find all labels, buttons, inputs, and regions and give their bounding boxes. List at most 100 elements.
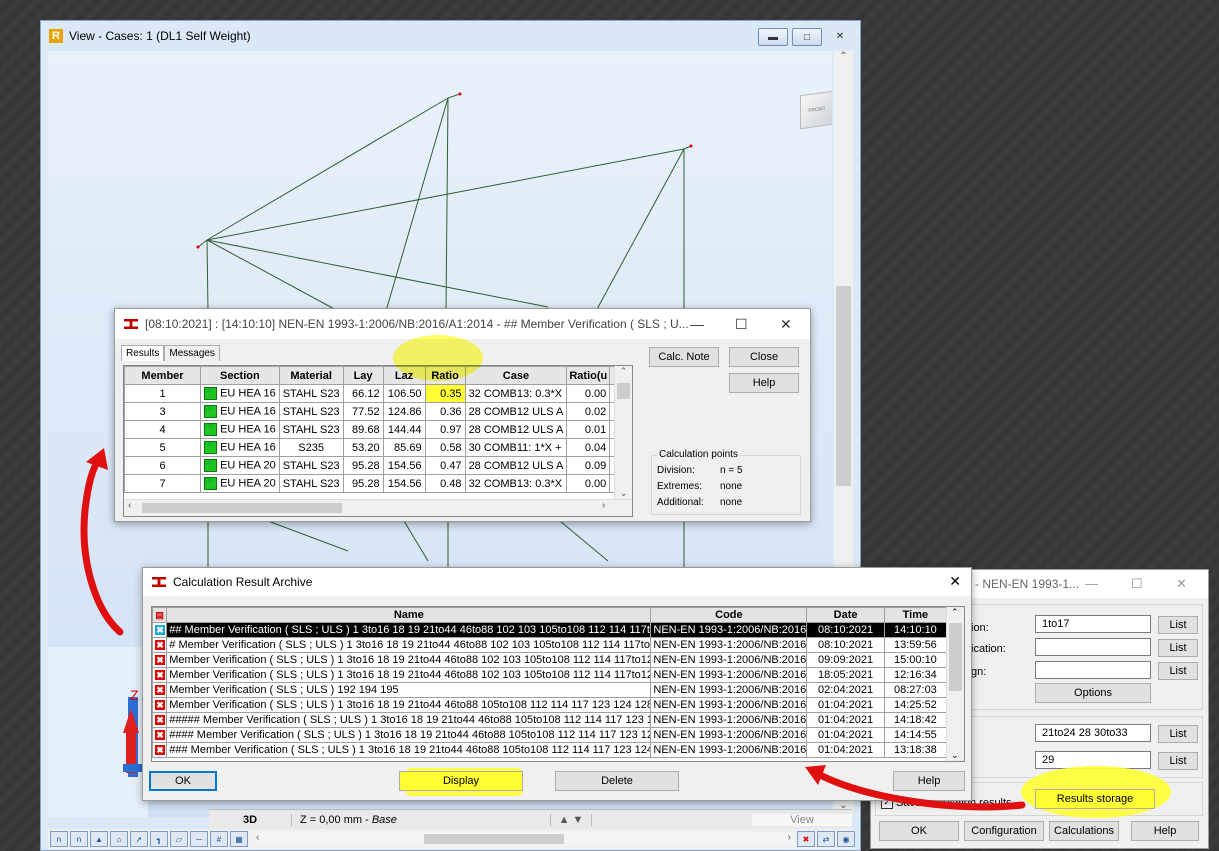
cases-input[interactable]: 21to24 28 30to33 <box>1035 724 1151 742</box>
col-case[interactable]: Case <box>464 366 568 385</box>
node-numbers-icon[interactable]: n <box>50 831 68 847</box>
col-lay[interactable]: Lay <box>342 366 384 385</box>
archive-row[interactable]: ✖ ##### Member Verification ( SLS ; ULS )… <box>152 712 948 728</box>
td-name: ## Member Verification ( SLS ; ULS ) 1 3… <box>166 622 652 638</box>
list-button-4[interactable]: List <box>1158 725 1198 743</box>
td-code: NEN-EN 1993-1:2006/NB:2016/ <box>650 697 808 713</box>
line-icon[interactable]: ─ <box>190 831 208 847</box>
close-icon[interactable]: ✕ <box>780 316 792 333</box>
table-row[interactable]: 7 OK EU HEA 20 STAHL S23 95.28 154.56 0.48 32 … <box>124 474 631 493</box>
eye-icon[interactable]: ◉ <box>837 831 855 847</box>
col-code[interactable]: Code <box>650 607 808 623</box>
minimize-icon[interactable]: — <box>1085 576 1098 591</box>
plane-up-down-arrows-icon[interactable]: ▲ ▼ <box>551 814 592 826</box>
load-icon[interactable]: ➚ <box>130 831 148 847</box>
col-section[interactable]: Section <box>200 366 280 385</box>
steel-design-app-icon <box>151 575 167 589</box>
calc-note-button[interactable]: Calc. Note <box>649 347 719 367</box>
section-value: EU HEA 16 <box>220 387 276 400</box>
configuration-button[interactable]: Configuration <box>964 821 1044 841</box>
td-case: 28 COMB12 ULS A <box>464 456 568 475</box>
results-storage-button[interactable]: Results storage <box>1035 789 1155 809</box>
list-button-3[interactable]: List <box>1158 662 1198 680</box>
view-horizontal-scrollbar[interactable]: ‹ › <box>256 832 795 846</box>
house-icon[interactable]: ⌂ <box>110 831 128 847</box>
list-button-2[interactable]: List <box>1158 639 1198 657</box>
table-row[interactable]: 5 OK EU HEA 16 S235 53.20 85.69 0.58 30 COMB11… <box>124 438 631 457</box>
grid-icon[interactable]: ▦ <box>230 831 248 847</box>
col-ratio-u[interactable]: Ratio(u <box>566 366 611 385</box>
ok-button[interactable]: OK <box>149 771 217 791</box>
col-member[interactable]: Member <box>124 366 201 385</box>
archive-row[interactable]: ✖ ## Member Verification ( SLS ; ULS ) 1 … <box>152 622 948 638</box>
maximize-icon[interactable]: ☐ <box>1131 576 1143 592</box>
classification-input[interactable] <box>1035 638 1151 656</box>
archive-row[interactable]: ✖ # Member Verification ( SLS ; ULS ) 1 3… <box>152 637 948 653</box>
close-button[interactable]: Close <box>729 347 799 367</box>
archive-row[interactable]: ✖ Member Verification ( SLS ; ULS ) 1 3to… <box>152 652 948 668</box>
archive-row[interactable]: ✖ Member Verification ( SLS ; ULS ) 1 3to… <box>152 667 948 683</box>
options-button[interactable]: Options <box>1035 683 1151 703</box>
numbering-icon[interactable]: # <box>210 831 228 847</box>
tab-results[interactable]: Results <box>121 345 165 361</box>
close-icon[interactable]: ✕ <box>949 573 961 590</box>
td-laz: 144.44 <box>382 420 426 439</box>
close-button[interactable]: ✕ <box>826 28 854 44</box>
td-member: 7 <box>124 474 201 493</box>
ok-button[interactable]: OK <box>879 821 959 841</box>
maximize-icon[interactable]: ☐ <box>735 316 748 333</box>
list-button-5[interactable]: List <box>1158 752 1198 770</box>
list-button-1[interactable]: List <box>1158 616 1198 634</box>
minimize-icon[interactable]: — <box>690 316 704 332</box>
result-status-icon: ✖ <box>155 715 165 725</box>
table-row[interactable]: 6 OK EU HEA 20 STAHL S23 95.28 154.56 0.47 28 … <box>124 456 631 475</box>
section-icon[interactable]: ▲ <box>90 831 108 847</box>
node-icon[interactable]: n <box>70 831 88 847</box>
minimize-button[interactable]: ▬ <box>758 28 788 46</box>
table-row[interactable]: 1 OK EU HEA 16 STAHL S23 66.12 106.50 0.35 32 … <box>124 384 631 403</box>
results-grid[interactable]: Member Section Material Lay Laz Ratio Ca… <box>123 365 633 517</box>
archive-grid[interactable]: ▤ Name Code Date Time ✖ ## Member Verific… <box>151 606 965 762</box>
view-mode-3d[interactable]: 3D <box>209 814 292 826</box>
panel-icon[interactable]: ▱ <box>170 831 188 847</box>
view-cube[interactable]: FRONT <box>800 90 832 130</box>
verification-input[interactable]: 1to17 <box>1035 615 1151 633</box>
help-button[interactable]: Help <box>729 373 799 393</box>
help-button[interactable]: Help <box>1131 821 1199 841</box>
view-titlebar: R View - Cases: 1 (DL1 Self Weight) ▬ □ … <box>41 21 860 51</box>
help-button[interactable]: Help <box>893 771 965 791</box>
archive-row[interactable]: ✖ ### Member Verification ( SLS ; ULS ) 1… <box>152 742 948 758</box>
zoom-icon[interactable]: ⇄ <box>817 831 835 847</box>
archive-row[interactable]: ✖ Member Verification ( SLS ; ULS ) 192 1… <box>152 682 948 698</box>
row-icon-cell: ✖ <box>152 742 168 758</box>
table-row[interactable]: 3 OK EU HEA 16 STAHL S23 77.52 124.86 0.36 28 … <box>124 402 631 421</box>
td-ratio: 0.35 <box>424 384 466 403</box>
scroll-up-arrow-icon[interactable]: ⌃ <box>834 51 853 68</box>
td-code: NEN-EN 1993-1:2006/NB:2016/ <box>650 622 808 638</box>
delete-view-icon[interactable]: ✖ <box>797 831 815 847</box>
results-horizontal-scrollbar[interactable]: ‹ › <box>124 499 632 516</box>
support-icon[interactable]: ┓ <box>150 831 168 847</box>
tab-messages[interactable]: Messages <box>164 345 220 361</box>
archive-vertical-scrollbar[interactable]: ⌃ ⌄ <box>946 607 964 761</box>
table-row[interactable]: 4 OK EU HEA 16 STAHL S23 89.68 144.44 0.97 28 … <box>124 420 631 439</box>
col-time[interactable]: Time <box>883 607 948 623</box>
view-label[interactable]: View <box>752 814 852 826</box>
design-input[interactable] <box>1035 661 1151 679</box>
z-axis-label: Z <box>130 687 139 703</box>
td-lay: 95.28 <box>342 456 384 475</box>
display-button[interactable]: Display <box>399 771 523 791</box>
td-name: Member Verification ( SLS ; ULS ) 192 19… <box>166 682 652 698</box>
close-icon[interactable]: ✕ <box>1176 576 1187 592</box>
select-all-icon[interactable]: ▤ <box>152 607 168 623</box>
results-vertical-scrollbar[interactable]: ⌃ ⌄ <box>614 366 632 499</box>
col-material[interactable]: Material <box>278 366 344 385</box>
work-plane[interactable]: Z = 0,00 mm - Base <box>292 814 551 826</box>
archive-row[interactable]: ✖ Member Verification ( SLS ; ULS ) 1 3to… <box>152 697 948 713</box>
col-name[interactable]: Name <box>166 607 652 623</box>
col-date[interactable]: Date <box>806 607 885 623</box>
archive-row[interactable]: ✖ #### Member Verification ( SLS ; ULS ) … <box>152 727 948 743</box>
calculations-button[interactable]: Calculations <box>1049 821 1119 841</box>
maximize-button[interactable]: □ <box>792 28 822 46</box>
delete-button[interactable]: Delete <box>555 771 679 791</box>
